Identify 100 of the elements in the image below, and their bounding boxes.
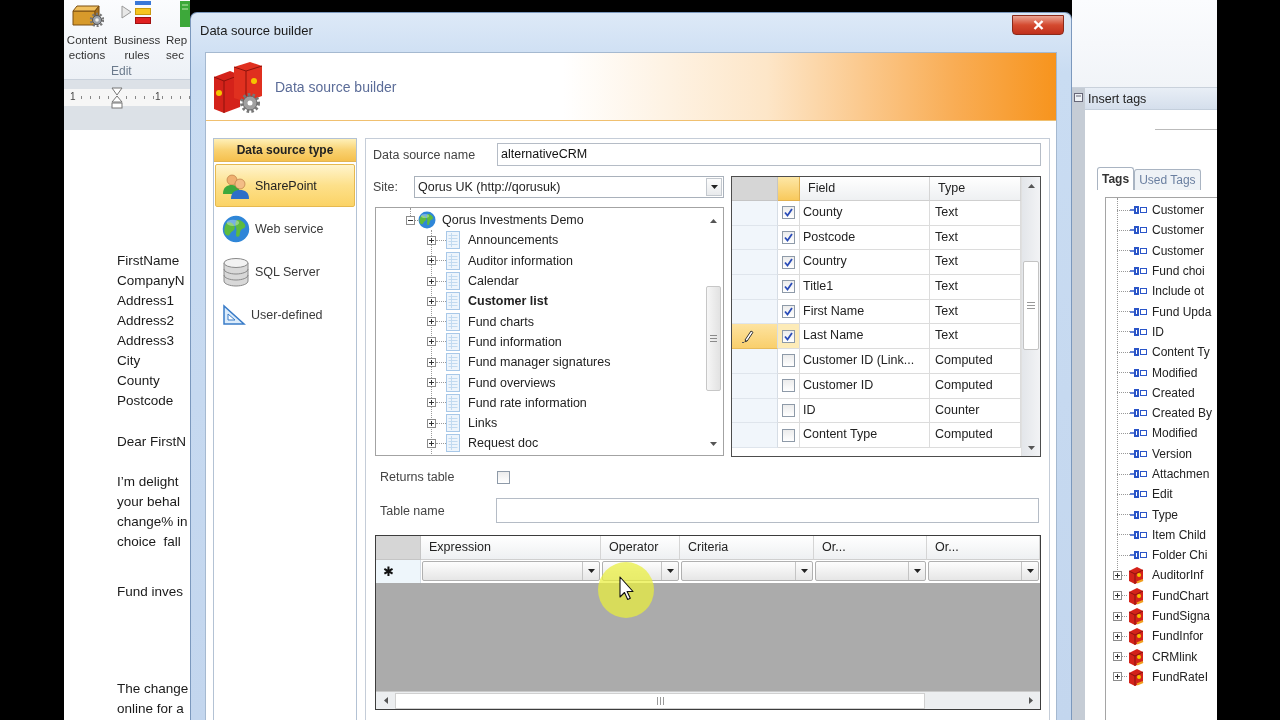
tree-item[interactable]: Created By: [1106, 402, 1217, 424]
plus-box-icon[interactable]: [427, 296, 436, 306]
column-header[interactable]: Operator: [601, 536, 680, 560]
table-name-field[interactable]: [496, 498, 1039, 523]
row-header[interactable]: [732, 324, 778, 350]
plus-box-icon[interactable]: [427, 256, 436, 266]
plus-box-icon[interactable]: [1113, 611, 1122, 621]
tree-item[interactable]: Qorus Investments Demo: [376, 210, 705, 231]
checkbox[interactable]: [782, 379, 795, 393]
tree-item[interactable]: Announcements: [427, 230, 705, 251]
tree-item[interactable]: Created: [1106, 382, 1217, 403]
plus-box-icon[interactable]: [427, 276, 436, 286]
tab[interactable]: Tags: [1097, 167, 1135, 190]
column-header[interactable]: Or...: [927, 536, 1040, 560]
list-icon: [446, 434, 460, 453]
indent-marker-icon[interactable]: [111, 87, 123, 109]
document-paragraph: Fund inves: [117, 583, 185, 601]
plus-box-icon[interactable]: [427, 357, 436, 367]
tree-item[interactable]: Modified: [1106, 362, 1217, 383]
plus-box-icon[interactable]: [427, 317, 436, 327]
checkbox[interactable]: [497, 470, 510, 484]
globe-icon: [418, 211, 436, 230]
site-dropdown[interactable]: Qorus UK (http://qorusuk): [414, 176, 724, 198]
checkbox[interactable]: [782, 231, 795, 245]
document-paragraph: FirstName CompanyN Address1 Address2 Address3 City County Postcode: [117, 252, 186, 410]
plus-box-icon[interactable]: [427, 438, 436, 448]
checkbox[interactable]: [782, 206, 795, 220]
tree-item[interactable]: Edit: [1106, 484, 1217, 505]
tree-item[interactable]: Modified: [1106, 423, 1217, 444]
plus-box-icon[interactable]: [427, 337, 436, 347]
source-type-item[interactable]: Web service: [215, 207, 355, 250]
minus-box-icon[interactable]: [406, 215, 415, 225]
checkbox[interactable]: [782, 403, 795, 417]
checkbox[interactable]: [782, 428, 795, 442]
plus-box-icon[interactable]: [1113, 631, 1122, 641]
tree-item[interactable]: Fund Upda: [1106, 301, 1217, 322]
tree-item[interactable]: Customer list: [427, 291, 705, 312]
column-header[interactable]: Field: [800, 177, 930, 201]
plus-box-icon[interactable]: [427, 235, 436, 245]
tree-item[interactable]: AuditorInf: [1106, 565, 1217, 586]
tree-item[interactable]: FundSigna: [1106, 605, 1217, 627]
checkbox[interactable]: [782, 329, 795, 343]
tree-item[interactable]: FundRateI: [1106, 666, 1217, 688]
tree-item[interactable]: Fund overviews: [427, 372, 705, 393]
tree-item[interactable]: CRMlink: [1106, 646, 1217, 667]
tree-item[interactable]: Content Ty: [1106, 342, 1217, 363]
plus-box-icon[interactable]: [1113, 652, 1122, 662]
checkbox[interactable]: [782, 255, 795, 269]
column-header[interactable]: Criteria: [680, 536, 814, 560]
table-cell: ID: [800, 398, 930, 424]
tree-item[interactable]: FundChart: [1106, 585, 1217, 606]
plug-icon: [1130, 326, 1147, 337]
plus-box-icon[interactable]: [427, 418, 436, 428]
tree-item[interactable]: Customer: [1106, 200, 1217, 221]
tree-item[interactable]: Item Child: [1106, 524, 1217, 546]
tree-item[interactable]: Fund choi: [1106, 260, 1217, 282]
tree-item[interactable]: Customer: [1106, 240, 1217, 261]
tree-item[interactable]: FundInfor: [1106, 626, 1217, 647]
tree-item[interactable]: Include ot: [1106, 281, 1217, 302]
checkbox[interactable]: [782, 280, 795, 294]
tree-item[interactable]: Customer: [1106, 220, 1217, 241]
plus-box-icon[interactable]: [427, 398, 436, 408]
plus-box-icon[interactable]: [427, 378, 436, 387]
tree-item[interactable]: Folder Chi: [1106, 545, 1217, 566]
close-button[interactable]: [1012, 15, 1064, 35]
tree-item[interactable]: Fund information: [427, 331, 705, 353]
column-header[interactable]: Or...: [814, 536, 927, 560]
column-header[interactable]: Expression: [421, 536, 601, 560]
scrollbar-thumb[interactable]: [1023, 261, 1039, 350]
tree-item[interactable]: Type: [1106, 504, 1217, 525]
tree-item[interactable]: Auditor information: [427, 250, 705, 271]
tree-item[interactable]: Attachmen: [1106, 463, 1217, 485]
tree-item[interactable]: ID: [1106, 321, 1217, 343]
checkbox[interactable]: [782, 305, 795, 319]
scrollbar-thumb[interactable]: [706, 286, 721, 391]
plus-box-icon[interactable]: [1113, 571, 1122, 580]
scroll-left-icon: [383, 697, 388, 704]
tree-item[interactable]: Fund charts: [427, 311, 705, 332]
ribbon-button[interactable]: Rep sec: [166, 0, 190, 63]
plug-icon: [1130, 448, 1147, 459]
tree-item[interactable]: Fund rate information: [427, 392, 705, 413]
plus-box-icon[interactable]: [1113, 672, 1122, 682]
name-field[interactable]: alternativeCRM: [497, 143, 1041, 166]
ribbon-button[interactable]: Business rules: [110, 0, 164, 63]
scrollbar-thumb[interactable]: [395, 692, 925, 709]
tree-item[interactable]: Calendar: [427, 270, 705, 292]
plus-box-icon[interactable]: [1113, 591, 1122, 601]
source-type-item[interactable]: User-defined: [215, 293, 355, 336]
tree-item[interactable]: Links: [427, 412, 705, 434]
pane-icon[interactable]: [1074, 93, 1083, 102]
source-type-item[interactable]: SharePoint: [215, 164, 355, 207]
tree-item[interactable]: Request doc: [427, 433, 705, 454]
tree-item[interactable]: Fund manager signatures: [427, 352, 705, 373]
caret-icon: [710, 185, 718, 189]
tree-item[interactable]: Version: [1106, 443, 1217, 464]
column-header[interactable]: Type: [930, 177, 1021, 201]
checkbox[interactable]: [782, 354, 795, 368]
tab[interactable]: Used Tags: [1134, 169, 1201, 190]
source-type-item[interactable]: SQL Server: [215, 250, 355, 293]
ribbon-button[interactable]: Content ections: [64, 0, 110, 63]
